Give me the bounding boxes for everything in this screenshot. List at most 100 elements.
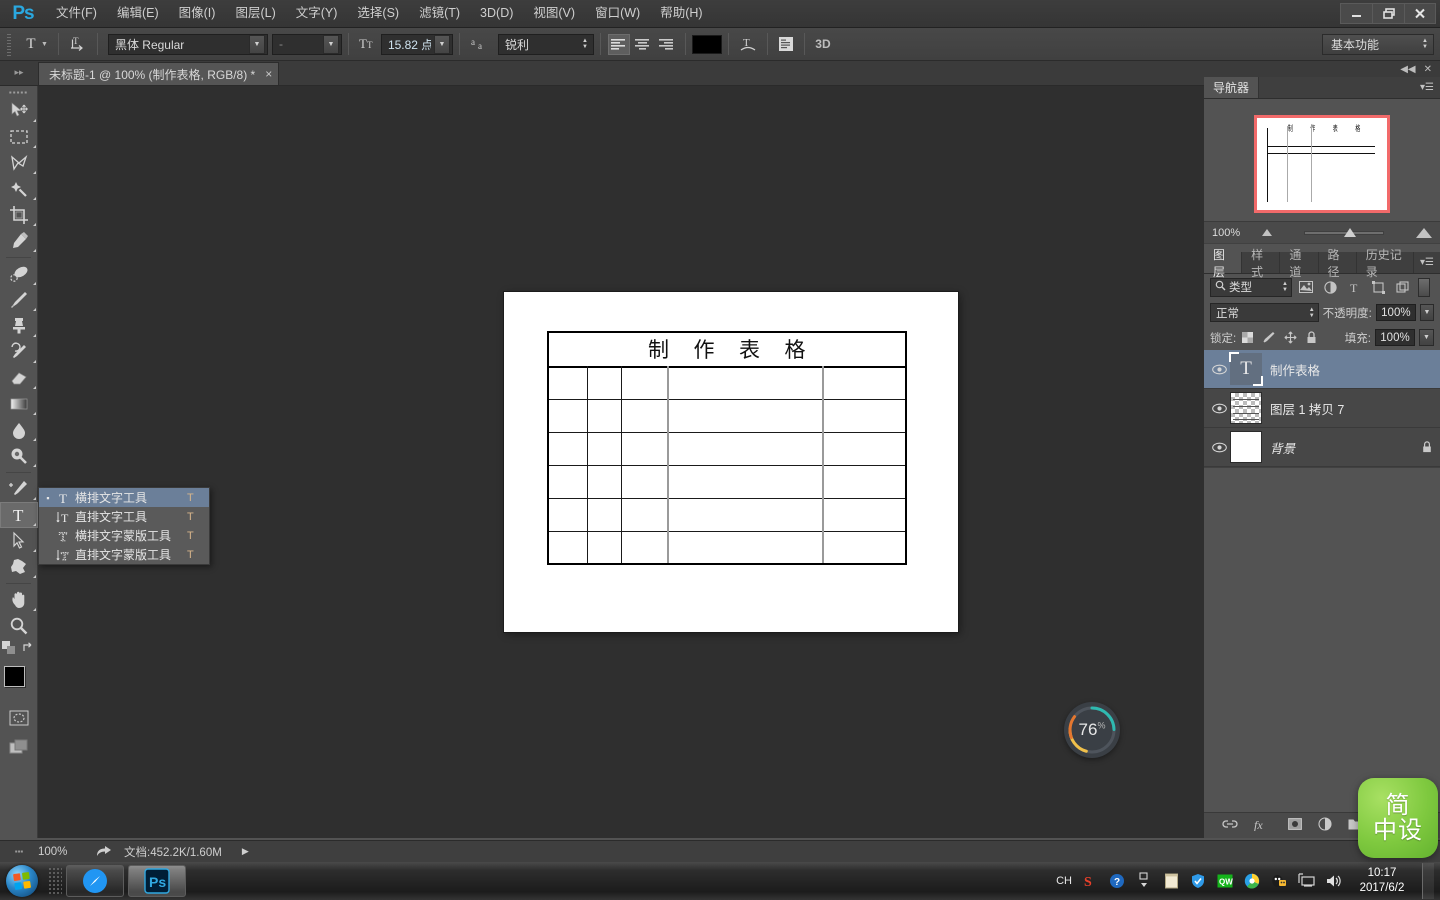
smart-object-filter-icon[interactable]	[1392, 278, 1412, 297]
font-style-select[interactable]: - ▼	[271, 33, 342, 55]
pixel-filter-icon[interactable]	[1296, 278, 1316, 297]
zoom-tool[interactable]	[0, 613, 38, 639]
shield-icon[interactable]	[1189, 871, 1207, 891]
adjustment-layer-icon[interactable]	[1318, 817, 1332, 834]
shape-filter-icon[interactable]	[1368, 278, 1388, 297]
tool-expand-triangle[interactable]	[33, 145, 36, 148]
tool-expand-triangle[interactable]	[33, 575, 36, 578]
eyedropper-tool[interactable]	[0, 228, 38, 254]
tool-expand-triangle[interactable]	[33, 171, 36, 174]
layer-name[interactable]: 制作表格	[1270, 360, 1440, 379]
notepad-icon[interactable]	[1162, 871, 1180, 891]
align-right-button[interactable]	[656, 34, 678, 55]
sogou-icon[interactable]: S	[1081, 871, 1099, 891]
blur-tool[interactable]	[0, 417, 38, 443]
flyout-item-horizontal-type-mask[interactable]: T 横排文字蒙版工具 T	[39, 526, 209, 545]
tab-bar-collapse-icon[interactable]: ▸▸	[0, 60, 38, 85]
close-icon[interactable]: ×	[265, 67, 272, 81]
opacity-chevron-down-icon[interactable]: ▼	[1419, 304, 1434, 321]
healing-brush-tool[interactable]	[0, 261, 38, 287]
lock-position-icon[interactable]	[1284, 331, 1297, 344]
menu-image[interactable]: 图像(I)	[169, 0, 226, 27]
chevron-down-icon[interactable]: ▼	[322, 34, 339, 54]
tool-expand-triangle[interactable]	[33, 119, 36, 122]
document-canvas[interactable]: 制 作 表 格	[504, 292, 958, 632]
browser-icon[interactable]	[1243, 871, 1261, 891]
tab-layers[interactable]: 图层	[1204, 248, 1243, 279]
lock-all-icon[interactable]	[1306, 331, 1317, 344]
brush-tool[interactable]	[0, 287, 38, 313]
tool-expand-triangle[interactable]	[33, 608, 36, 611]
flyout-item-vertical-type[interactable]: T 直排文字工具 T	[39, 507, 209, 526]
stepper-icon[interactable]: ▲ ▼	[1422, 38, 1428, 50]
canvas-area[interactable]: 制 作 表 格 76%	[38, 86, 1204, 838]
tool-expand-triangle[interactable]	[33, 497, 36, 500]
tab-navigator[interactable]: 导航器	[1204, 77, 1260, 98]
menu-filter[interactable]: 滤镜(T)	[409, 0, 470, 27]
slider-knob[interactable]	[1344, 228, 1356, 237]
layer-thumbnail-pixel[interactable]	[1230, 392, 1262, 424]
status-zoom-value[interactable]: 100%	[38, 846, 90, 858]
type-tool-flyout-menu[interactable]: ▪ T 横排文字工具 T T 直排文字工具 T T 横排文字蒙版工具 T T 直…	[38, 487, 210, 565]
collapse-panels-icon[interactable]: ◀◀	[1400, 64, 1415, 75]
menu-layer[interactable]: 图层(L)	[225, 0, 285, 27]
type-filter-icon[interactable]: T	[1344, 278, 1364, 297]
menu-help[interactable]: 帮助(H)	[650, 0, 712, 27]
menu-edit[interactable]: 编辑(E)	[107, 0, 169, 27]
performance-gauge-widget[interactable]: 76%	[1064, 702, 1120, 758]
3d-button[interactable]: 3D	[811, 33, 835, 55]
zoom-out-icon[interactable]	[1262, 229, 1272, 236]
font-family-select[interactable]: 黑体 Regular ▼	[107, 33, 268, 55]
swap-colors-icon[interactable]	[22, 641, 36, 660]
layer-name[interactable]: 图层 1 拷贝 7	[1270, 399, 1440, 418]
quick-mask-icon[interactable]	[9, 710, 29, 731]
align-center-button[interactable]	[632, 34, 654, 55]
monitor-icon[interactable]	[1297, 871, 1315, 891]
menu-window[interactable]: 窗口(W)	[585, 0, 650, 27]
layer-row-pixel[interactable]: 图层 1 拷贝 7	[1204, 389, 1440, 428]
tool-preset-chevron-down-icon[interactable]: ▼	[41, 41, 48, 48]
tool-expand-triangle[interactable]	[33, 360, 36, 363]
eraser-tool[interactable]	[0, 365, 38, 391]
share-icon[interactable]	[90, 845, 118, 858]
navigator-thumbnail[interactable]: 制 作 表 格	[1254, 115, 1390, 213]
tab-history[interactable]: 历史记录	[1357, 248, 1415, 279]
clone-stamp-tool[interactable]	[0, 313, 38, 339]
zoom-in-icon[interactable]	[1416, 227, 1432, 238]
lock-transparent-icon[interactable]	[1242, 332, 1254, 343]
document-tab[interactable]: 未标题-1 @ 100% (制作表格, RGB/8) * ×	[38, 62, 280, 85]
tool-expand-triangle[interactable]	[33, 386, 36, 389]
fill-input[interactable]: 100%	[1375, 329, 1415, 346]
menu-select[interactable]: 选择(S)	[347, 0, 409, 27]
volume-icon[interactable]	[1324, 871, 1342, 891]
tool-expand-triangle[interactable]	[33, 197, 36, 200]
panel-menu-icon[interactable]: ▾☰	[1414, 252, 1440, 273]
help-icon[interactable]: ?	[1108, 871, 1126, 891]
adjustment-filter-icon[interactable]	[1320, 278, 1340, 297]
layer-mask-icon[interactable]	[1288, 818, 1302, 833]
show-hidden-icons-icon[interactable]	[1135, 871, 1153, 891]
flyout-item-vertical-type-mask[interactable]: T 直排文字蒙版工具 T	[39, 545, 209, 564]
fill-chevron-down-icon[interactable]: ▼	[1419, 329, 1434, 346]
tool-expand-triangle[interactable]	[33, 438, 36, 441]
move-tool[interactable]	[0, 98, 38, 124]
navigator-zoom-value[interactable]: 100%	[1212, 227, 1254, 239]
shape-tool[interactable]	[0, 554, 38, 580]
antialias-select[interactable]: 锐利 ▲ ▼	[497, 33, 594, 55]
foreground-color-swatch[interactable]	[4, 666, 25, 687]
layer-visibility-eye-icon[interactable]	[1208, 364, 1230, 375]
stepper-icon[interactable]: ▲ ▼	[1282, 281, 1288, 293]
hand-tool[interactable]	[0, 587, 38, 613]
restore-button[interactable]	[1372, 3, 1404, 24]
layer-style-icon[interactable]: fx	[1254, 818, 1272, 834]
options-bar-grip[interactable]	[4, 32, 14, 56]
tab-channels[interactable]: 通道	[1280, 248, 1319, 279]
navigator-zoom-slider[interactable]	[1280, 226, 1408, 240]
stepper-icon[interactable]: ▲ ▼	[1309, 307, 1315, 319]
tool-expand-triangle[interactable]	[33, 308, 36, 311]
default-colors-icon[interactable]	[1, 641, 16, 660]
blend-mode-select[interactable]: 正常 ▲ ▼	[1210, 303, 1319, 322]
status-bar-grip[interactable]: ▪▪▪	[0, 847, 38, 856]
magic-wand-tool[interactable]	[0, 176, 38, 202]
navigator-thumbnail-area[interactable]: 制 作 表 格	[1204, 99, 1440, 221]
